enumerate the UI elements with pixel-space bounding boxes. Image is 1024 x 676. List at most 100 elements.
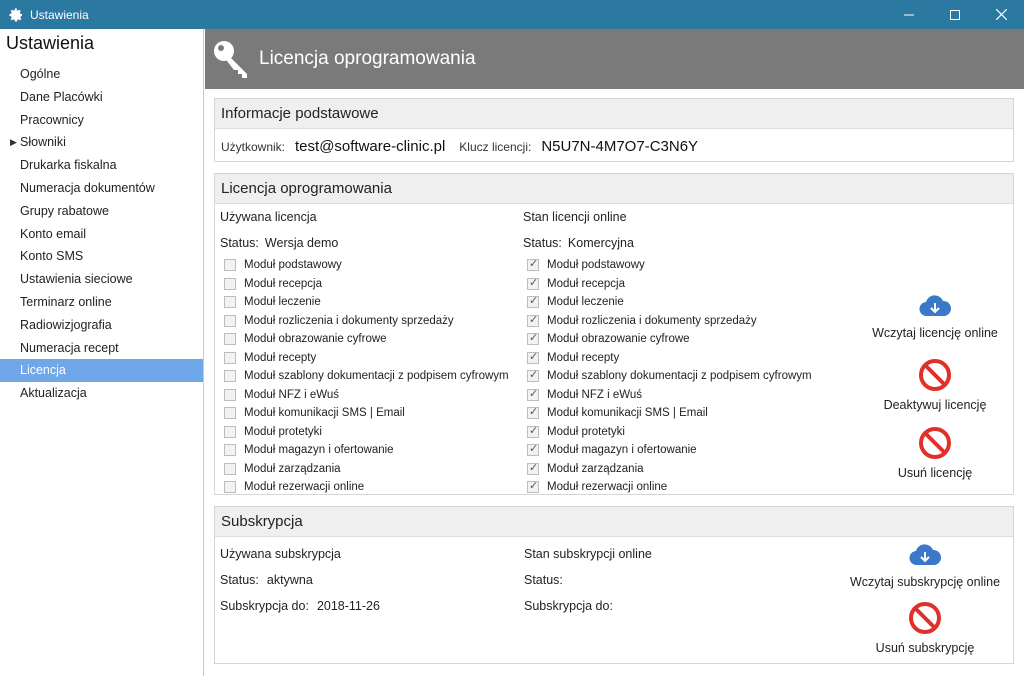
close-icon bbox=[995, 9, 1007, 20]
title-bar: Ustawienia bbox=[0, 0, 1024, 29]
online-subscription-title: Stan subskrypcji online bbox=[524, 547, 652, 561]
module-checkbox[interactable] bbox=[527, 331, 539, 346]
module-label: Moduł zarządzania bbox=[244, 462, 341, 475]
sidebar-item-label: Grupy rabatowe bbox=[20, 203, 109, 218]
page-header: Licencja oprogramowania bbox=[205, 29, 1024, 89]
used-license-status: Status: Wersja demo bbox=[220, 236, 520, 250]
module-checkbox[interactable] bbox=[224, 333, 236, 346]
sidebar-item-radiowizjografia[interactable]: Radiowizjografia bbox=[0, 314, 203, 337]
page-title: Licencja oprogramowania bbox=[259, 48, 476, 69]
sidebar-item-licencja[interactable]: Licencja bbox=[0, 359, 203, 383]
deactivate-license-button[interactable]: Deaktywuj licencję bbox=[865, 358, 1005, 412]
group-title: Licencja oprogramowania bbox=[215, 174, 1013, 204]
sidebar-item-label: Numeracja recept bbox=[20, 340, 119, 355]
module-checkbox[interactable] bbox=[224, 296, 236, 309]
online-module-row: Moduł leczenie bbox=[523, 293, 823, 312]
window-title: Ustawienia bbox=[30, 7, 89, 22]
remove-subscription-label: Usuń subskrypcję bbox=[875, 641, 975, 655]
key-icon bbox=[214, 41, 247, 78]
module-checkbox[interactable] bbox=[224, 259, 236, 272]
online-license-column: Stan licencji online Status: Komercyjna M… bbox=[523, 210, 823, 497]
sidebar-item-label: Aktualizacja bbox=[20, 386, 87, 401]
status-value: aktywna bbox=[266, 573, 313, 587]
sidebar-item-label: Radiowizjografia bbox=[20, 317, 112, 332]
module-checkbox[interactable] bbox=[224, 462, 236, 475]
license-key-value: N5U7N-4M7O7-C3N6Y bbox=[541, 138, 699, 155]
sidebar: Ustawienia Ogólne Dane Placówki Pracowni… bbox=[0, 29, 204, 676]
sidebar-item-slowniki[interactable]: ▶ Słowniki bbox=[0, 131, 203, 154]
module-label: Moduł rozliczenia i dokumenty sprzedaży bbox=[547, 314, 757, 327]
module-checkbox[interactable] bbox=[527, 387, 539, 401]
sidebar-item-numeracja-recept[interactable]: Numeracja recept bbox=[0, 337, 203, 360]
until-label: Subskrypcja do: bbox=[220, 599, 309, 613]
online-module-row: Moduł NFZ i eWuś bbox=[523, 386, 823, 405]
module-checkbox[interactable] bbox=[527, 294, 539, 309]
sidebar-item-terminarz-online[interactable]: Terminarz online bbox=[0, 291, 203, 314]
minimize-button[interactable] bbox=[886, 0, 932, 29]
used-module-row: Moduł leczenie bbox=[220, 293, 520, 312]
expand-arrow-icon[interactable]: ▶ bbox=[10, 131, 17, 154]
module-checkbox[interactable] bbox=[527, 461, 539, 475]
group-title: Informacje podstawowe bbox=[215, 99, 1013, 129]
used-module-row: Moduł protetyki bbox=[220, 423, 520, 442]
sidebar-item-label: Ustawienia sieciowe bbox=[20, 272, 133, 287]
sidebar-item-drukarka-fiskalna[interactable]: Drukarka fiskalna bbox=[0, 154, 203, 177]
module-checkbox[interactable] bbox=[224, 277, 236, 290]
sidebar-item-label: Terminarz online bbox=[20, 294, 112, 309]
status-label: Status: bbox=[220, 573, 259, 587]
module-checkbox[interactable] bbox=[224, 388, 236, 401]
module-checkbox[interactable] bbox=[527, 276, 539, 290]
module-label: Moduł protetyki bbox=[244, 425, 322, 438]
online-modules-list: Moduł podstawowy Moduł recepcja Moduł lecz… bbox=[523, 256, 823, 497]
online-license-title: Stan licencji online bbox=[523, 210, 627, 224]
sidebar-item-konto-sms[interactable]: Konto SMS bbox=[0, 245, 203, 268]
maximize-button[interactable] bbox=[932, 0, 978, 29]
sidebar-item-label: Konto email bbox=[20, 226, 87, 241]
module-checkbox[interactable] bbox=[224, 425, 236, 438]
maximize-icon bbox=[950, 9, 960, 20]
module-checkbox[interactable] bbox=[527, 313, 539, 327]
module-checkbox[interactable] bbox=[527, 442, 539, 457]
license-group: Licencja oprogramowania Używana licencja… bbox=[214, 173, 1014, 495]
module-checkbox[interactable] bbox=[224, 444, 236, 457]
module-label: Moduł rezerwacji online bbox=[244, 481, 365, 494]
module-checkbox[interactable] bbox=[224, 407, 236, 420]
sidebar-item-pracownicy[interactable]: Pracownicy bbox=[0, 109, 203, 132]
module-checkbox[interactable] bbox=[527, 479, 539, 494]
until-label: Subskrypcja do: bbox=[524, 599, 613, 613]
close-button[interactable] bbox=[978, 0, 1024, 29]
sidebar-item-konto-email[interactable]: Konto email bbox=[0, 223, 203, 246]
module-checkbox[interactable] bbox=[224, 370, 236, 383]
sidebar-item-numeracja-dokumentow[interactable]: Numeracja dokumentów bbox=[0, 177, 203, 200]
sidebar-item-ogolne[interactable]: Ogólne bbox=[0, 63, 203, 86]
used-module-row: Moduł podstawowy bbox=[220, 256, 520, 275]
remove-license-button[interactable]: Usuń licencję bbox=[865, 426, 1005, 480]
load-subscription-label: Wczytaj subskrypcję online bbox=[849, 575, 1001, 589]
sidebar-menu: Ogólne Dane Placówki Pracownicy ▶ Słownik… bbox=[0, 63, 203, 405]
module-checkbox[interactable] bbox=[527, 424, 539, 438]
module-checkbox[interactable] bbox=[224, 314, 236, 327]
module-checkbox[interactable] bbox=[527, 350, 539, 364]
module-checkbox[interactable] bbox=[527, 257, 539, 272]
main-panel: Licencja oprogramowania Informacje podst… bbox=[205, 29, 1024, 676]
sidebar-title: Ustawienia bbox=[6, 33, 95, 53]
online-license-status: Status: Komercyjna bbox=[523, 236, 823, 250]
remove-subscription-button[interactable]: Usuń subskrypcję bbox=[845, 601, 1005, 655]
module-checkbox[interactable] bbox=[527, 405, 539, 420]
user-value: test@software-clinic.pl bbox=[295, 138, 446, 155]
sidebar-item-grupy-rabatowe[interactable]: Grupy rabatowe bbox=[0, 200, 203, 223]
stop-icon bbox=[919, 359, 951, 391]
load-license-button[interactable]: Wczytaj licencję online bbox=[865, 294, 1005, 340]
load-subscription-button[interactable]: Wczytaj subskrypcję online bbox=[845, 543, 1005, 589]
user-label: Użytkownik: bbox=[221, 140, 286, 154]
module-label: Moduł rezerwacji online bbox=[547, 481, 668, 494]
sidebar-item-label: Konto SMS bbox=[20, 249, 84, 264]
sidebar-item-aktualizacja[interactable]: Aktualizacja bbox=[0, 382, 203, 405]
module-label: Moduł recepcja bbox=[547, 277, 625, 290]
used-module-row: Moduł komunikacji SMS | Email bbox=[220, 404, 520, 423]
module-checkbox[interactable] bbox=[527, 368, 539, 383]
sidebar-item-ustawienia-sieciowe[interactable]: Ustawienia sieciowe bbox=[0, 268, 203, 291]
sidebar-item-dane-placowki[interactable]: Dane Placówki bbox=[0, 86, 203, 109]
module-checkbox[interactable] bbox=[224, 351, 236, 364]
module-checkbox[interactable] bbox=[224, 481, 236, 494]
